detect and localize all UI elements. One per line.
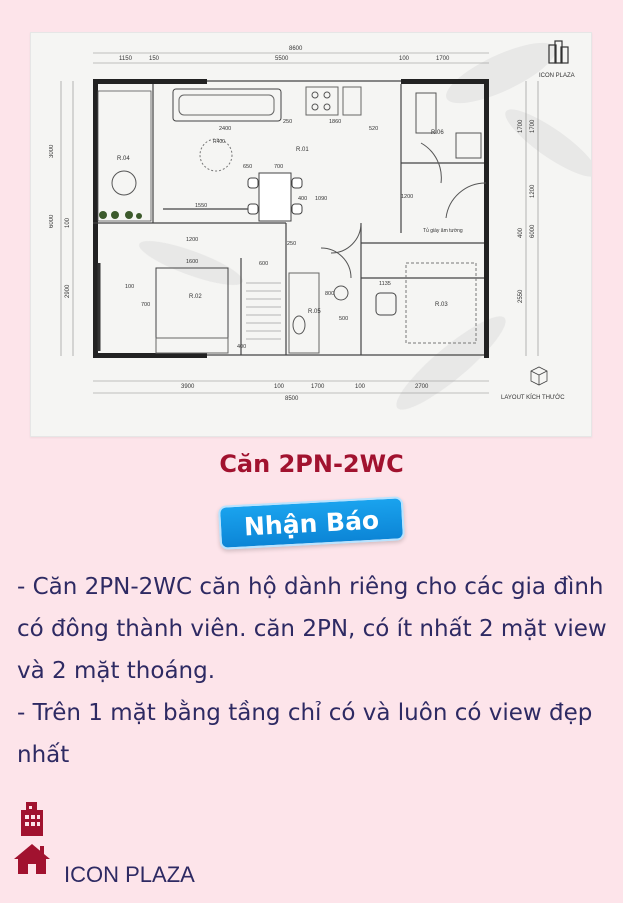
room-label-r03: R.03 [435,302,448,308]
inner-dim-5: 650 [243,164,252,170]
room-label-r05: R.05 [308,309,321,315]
inner-dim-8: 1090 [315,196,327,202]
description: - Căn 2PN-2WC căn hộ dành riêng cho các … [17,566,612,776]
dim-bottom-3: 1700 [311,384,325,390]
logo-text: ICON PLAZA [539,73,575,79]
dim-bottom-4: 100 [355,384,366,390]
room-label-r02: R.02 [189,294,202,300]
room-label-r01: R.01 [296,147,309,153]
dim-left-2: 6000 [49,214,55,228]
inner-dim-20: 100 [125,284,134,290]
inner-dim-3: 1860 [329,119,341,125]
description-line-1: - Căn 2PN-2WC căn hộ dành riêng cho các … [17,574,607,684]
building-icon [17,800,49,840]
closet-label: Tủ giày âm tường [423,227,463,234]
dim-right-6: 6000 [530,224,536,238]
room-label-r04: R.04 [117,156,130,162]
inner-dim-13: 250 [287,241,296,247]
dim-bottom-total: 8500 [285,396,299,402]
dim-right-1: 1700 [530,119,536,133]
home-icon [12,842,52,880]
dim-top-5: 1700 [436,56,450,62]
inner-dim-4: 520 [369,126,378,132]
inner-dim-17: 1135 [379,281,391,287]
dim-left-1: 3000 [49,144,55,158]
floor-plan-image: 8600 1150 150 5500 100 1700 3900 100 170… [30,32,592,437]
inner-dim-11: 1600 [186,259,198,265]
dim-top-3: 5500 [275,56,289,62]
radius-label: R400 [213,139,225,145]
dim-bottom-5: 2700 [415,384,429,390]
inner-dim-12: 600 [259,261,268,267]
dim-left-3: 2900 [65,284,71,298]
inner-dim-6: 700 [274,164,283,170]
dim-top-2: 150 [149,56,160,62]
notify-button[interactable]: Nhận Báo [217,496,406,550]
inner-dim-16: 500 [339,316,348,322]
inner-dim-1: 2400 [219,126,231,132]
inner-dim-2: 250 [283,119,292,125]
description-line-2: - Trên 1 mặt bằng tầng chỉ có và luôn có… [17,700,593,768]
dim-top-1: 1150 [119,56,133,62]
dim-right-2: 1200 [530,184,536,198]
inner-dim-10: 1200 [186,237,198,243]
room-label-r06: R.06 [431,130,444,136]
inner-dim-15: 800 [325,291,334,297]
dim-top-4: 100 [399,56,410,62]
unit-title: Căn 2PN-2WC [219,450,404,478]
inner-dim-9: 1550 [195,203,207,209]
inner-dim-18: 1200 [401,194,413,200]
floor-plan-drawing: 8600 1150 150 5500 100 1700 3900 100 170… [49,40,591,410]
dim-top-total: 8600 [289,46,303,52]
project-name: ICON PLAZA [64,862,195,887]
inner-dim-14: 700 [141,302,150,308]
dim-left-4: 100 [65,217,71,228]
layout-caption: LAYOUT KÍCH THƯỚC [501,394,565,401]
inner-dim-7: 400 [298,196,307,202]
inner-dim-19: 400 [237,344,246,350]
dim-right-3: 1700 [518,119,524,133]
dim-right-4: 400 [518,227,524,238]
cube-icon [530,366,548,386]
dim-bottom-2: 100 [274,384,285,390]
dim-right-5: 2550 [518,289,524,303]
dim-bottom-1: 3900 [181,384,195,390]
